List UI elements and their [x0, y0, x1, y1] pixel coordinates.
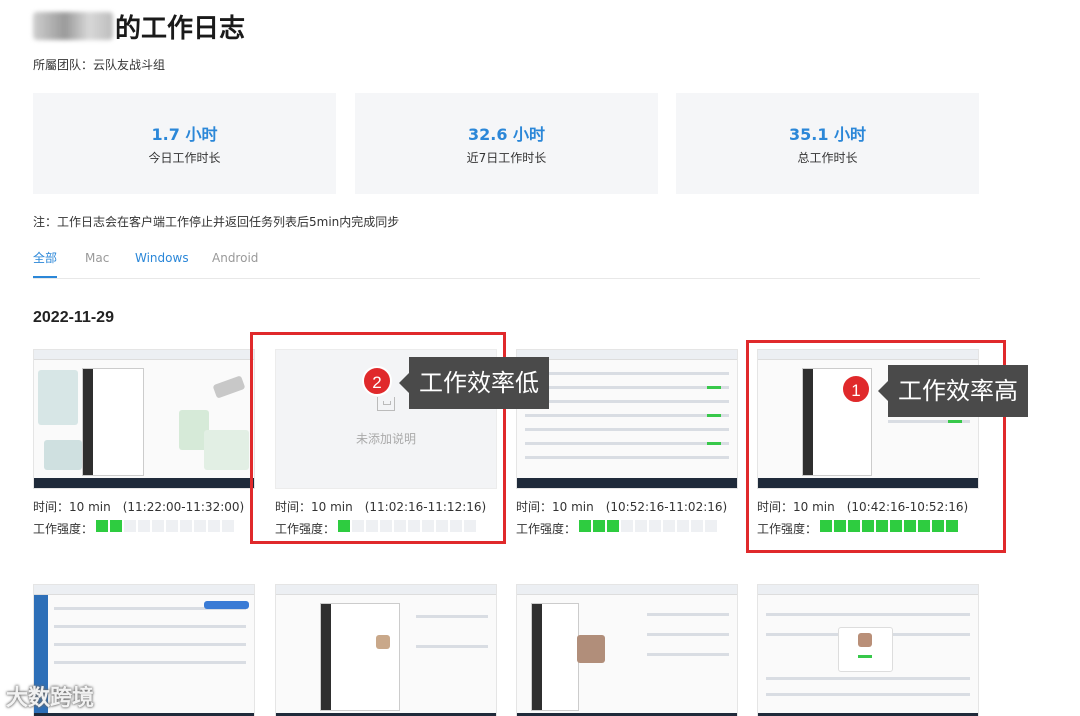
- strength-cell-filled: [593, 520, 605, 532]
- strength-cell-empty: [677, 520, 689, 532]
- strength-cell-empty: [621, 520, 633, 532]
- blurred-user-name: [33, 12, 113, 40]
- tab-android[interactable]: Android: [212, 249, 258, 278]
- stat-total: 35.1 小时 总工作时长: [676, 93, 979, 194]
- strength-bar: [579, 520, 717, 532]
- tab-mac[interactable]: Mac: [85, 249, 109, 278]
- screenshot-thumbnail[interactable]: [516, 349, 738, 489]
- stat-total-value: 35.1 小时: [788, 125, 867, 144]
- strength-bar: [96, 520, 234, 532]
- stat-today-value: 1.7 小时: [151, 125, 218, 144]
- screenshot-thumbnail[interactable]: [516, 584, 738, 716]
- annotation-low-efficiency: 工作效率低: [399, 357, 549, 409]
- screenshot-thumbnail[interactable]: [275, 584, 497, 716]
- strength-cell-empty: [138, 520, 150, 532]
- strength-cell-empty: [124, 520, 136, 532]
- sync-note: 注：工作日志会在客户端工作停止并返回任务列表后5min内完成同步: [33, 215, 400, 229]
- stat-7day-label: 近7日工作时长: [466, 151, 547, 165]
- log-date: 2022-11-29: [33, 309, 114, 326]
- strength-cell-empty: [180, 520, 192, 532]
- strength-cell-empty: [208, 520, 220, 532]
- strength-cell-filled: [96, 520, 108, 532]
- annotation-high-efficiency: 工作效率高: [878, 365, 1028, 417]
- card-time: 时间：10 min (10:52:16-11:02:16): [516, 500, 728, 514]
- strength-cell-empty: [222, 520, 234, 532]
- strength-cell-empty: [194, 520, 206, 532]
- screenshot-thumbnail[interactable]: [33, 349, 255, 489]
- stat-total-label: 总工作时长: [797, 151, 858, 165]
- annotation-badge-1: 1: [841, 374, 871, 404]
- page-title-wrap: 的工作日志: [33, 8, 245, 44]
- platform-tabs: 全部 Mac Windows Android: [33, 249, 980, 279]
- strength-cell-filled: [607, 520, 619, 532]
- stat-today-label: 今日工作时长: [148, 151, 221, 165]
- strength-cell-empty: [663, 520, 675, 532]
- strength-cell-empty: [152, 520, 164, 532]
- strength-cell-filled: [110, 520, 122, 532]
- annotation-badge-2: 2: [362, 366, 392, 396]
- stat-7day: 32.6 小时 近7日工作时长: [355, 93, 658, 194]
- strength-cell-empty: [705, 520, 717, 532]
- card-strength-label: 工作强度：: [516, 522, 577, 536]
- strength-cell-empty: [635, 520, 647, 532]
- tab-windows[interactable]: Windows: [135, 249, 189, 278]
- strength-cell-filled: [579, 520, 591, 532]
- team-label: 所屬团队：云队友战斗组: [33, 58, 166, 72]
- card-time: 时间：10 min (11:22:00-11:32:00): [33, 500, 245, 514]
- screenshot-thumbnail[interactable]: [757, 584, 979, 716]
- strength-cell-empty: [166, 520, 178, 532]
- stat-today: 1.7 小时 今日工作时长: [33, 93, 336, 194]
- stat-7day-value: 32.6 小时: [467, 125, 546, 144]
- tab-all[interactable]: 全部: [33, 249, 58, 278]
- watermark-logo: 大数跨境: [6, 686, 95, 711]
- card-strength-label: 工作强度：: [33, 522, 94, 536]
- strength-cell-empty: [649, 520, 661, 532]
- page-title: 的工作日志: [115, 13, 246, 44]
- strength-cell-empty: [691, 520, 703, 532]
